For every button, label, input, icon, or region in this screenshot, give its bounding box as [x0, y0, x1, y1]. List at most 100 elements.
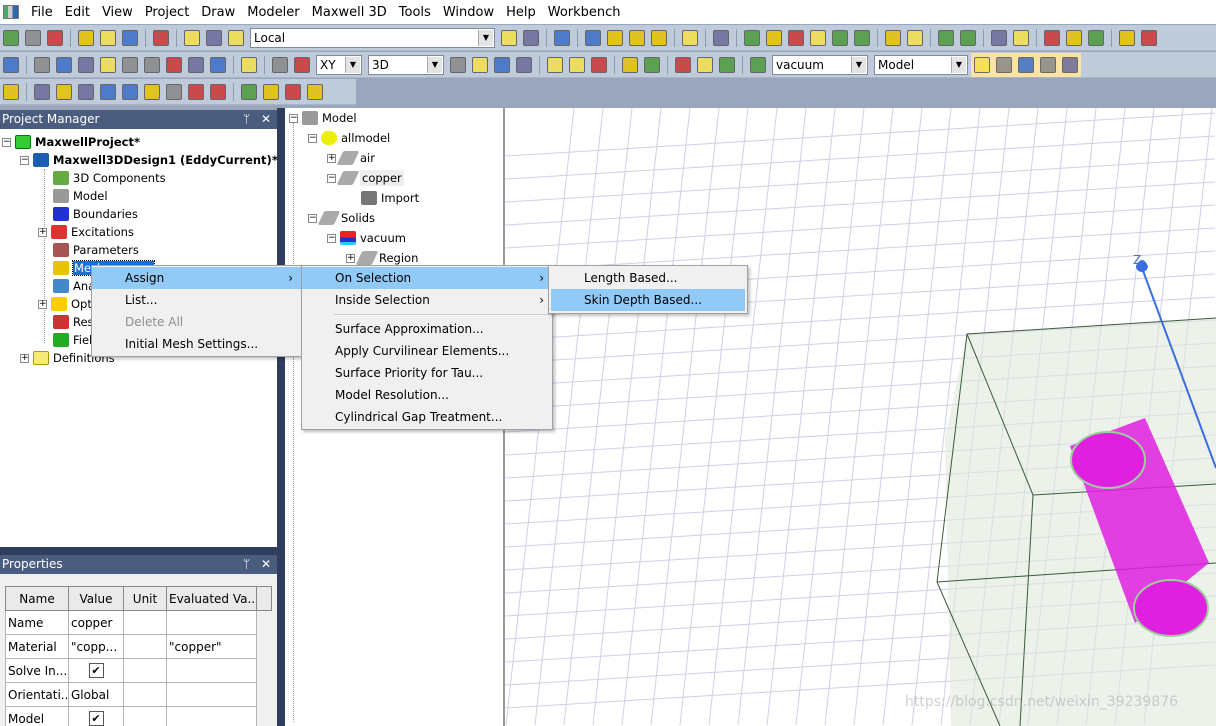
plane-icon[interactable]: [294, 56, 310, 73]
dimension-select[interactable]: 3D ▼: [368, 54, 444, 75]
tree-item-excitations[interactable]: + Excitations: [38, 223, 134, 241]
select-face-icon[interactable]: [188, 83, 204, 100]
fit-selection-icon[interactable]: [960, 29, 976, 46]
snap-face-icon[interactable]: [1040, 56, 1056, 73]
sweep-icon[interactable]: [622, 56, 638, 73]
model-node[interactable]: Model: [322, 111, 357, 125]
helix-icon[interactable]: [166, 56, 182, 73]
print-icon[interactable]: [153, 29, 169, 46]
delete-icon[interactable]: [184, 29, 200, 46]
subtract-icon[interactable]: [472, 56, 488, 73]
expand-icon[interactable]: +: [38, 227, 47, 237]
script-icon[interactable]: [585, 29, 601, 46]
vacuum-node[interactable]: vacuum: [360, 231, 406, 245]
menu-maxwell-3d[interactable]: Maxwell 3D: [306, 5, 393, 20]
copper-cylinder-bottom[interactable]: [1133, 579, 1209, 637]
cs-icon[interactable]: [501, 29, 517, 46]
snap-edge-icon[interactable]: [1018, 56, 1034, 73]
property-row[interactable]: Orientati... Global: [5, 682, 272, 707]
report-icon[interactable]: [651, 29, 667, 46]
menu-item-length-based[interactable]: Length Based...: [551, 267, 745, 289]
menu-view[interactable]: View: [96, 5, 139, 20]
chevron-down-icon[interactable]: ▼: [478, 29, 493, 46]
menu-item-model-resolution[interactable]: Model Resolution...: [302, 384, 552, 406]
menu-draw[interactable]: Draw: [195, 5, 241, 20]
copy-image-icon[interactable]: [713, 29, 729, 46]
unite-icon[interactable]: [450, 56, 466, 73]
menu-item-apply-curvilinear-elements[interactable]: Apply Curvilinear Elements...: [302, 340, 552, 362]
import-icon[interactable]: [285, 83, 301, 100]
pin-icon[interactable]: ᛘ: [243, 110, 250, 129]
dynamic-zoom-icon[interactable]: [854, 29, 870, 46]
zoom-out-icon[interactable]: [907, 29, 923, 46]
import-node[interactable]: Import: [381, 191, 419, 205]
sphere-icon[interactable]: [122, 56, 138, 73]
select-body-icon[interactable]: [166, 83, 182, 100]
plane-select[interactable]: XY ▼: [316, 54, 362, 75]
snap-center-icon[interactable]: [1062, 56, 1078, 73]
menu-window[interactable]: Window: [437, 5, 500, 20]
region-node[interactable]: Region: [379, 251, 418, 265]
menu-file[interactable]: File: [25, 5, 59, 20]
vertex-select-icon[interactable]: [100, 83, 116, 100]
select-by-name-icon[interactable]: [144, 83, 160, 100]
split-icon[interactable]: [516, 56, 532, 73]
property-row[interactable]: Model ✔: [5, 706, 272, 726]
property-row[interactable]: Solve In... ✔: [5, 658, 272, 683]
snap-grid-icon[interactable]: [974, 56, 990, 73]
cut-icon[interactable]: [78, 29, 94, 46]
chevron-down-icon[interactable]: ▼: [951, 56, 966, 73]
collapse-icon[interactable]: −: [327, 173, 336, 183]
3d-viewport[interactable]: Z https://blog.csdn.net/weixin_39239876: [505, 108, 1216, 726]
design-node[interactable]: Maxwell3DDesign1 (EddyCurrent)*: [53, 153, 278, 167]
select-all-icon[interactable]: [210, 83, 226, 100]
open-icon[interactable]: [25, 29, 41, 46]
property-cell[interactable]: ✔: [68, 658, 124, 683]
relative-cs-icon[interactable]: [241, 56, 257, 73]
property-cell[interactable]: "copp...: [68, 634, 124, 659]
hide-selected-icon[interactable]: [1088, 29, 1104, 46]
spiral-icon[interactable]: [188, 56, 204, 73]
rotate-obj-icon[interactable]: [569, 56, 585, 73]
tree-item-parameters[interactable]: Parameters: [53, 241, 139, 259]
tree-item-model[interactable]: Model: [53, 187, 108, 205]
copper-node[interactable]: copper: [360, 170, 404, 186]
q-icon[interactable]: [554, 29, 570, 46]
undo-icon[interactable]: [206, 29, 222, 46]
tree-item-boundaries[interactable]: Boundaries: [53, 205, 138, 223]
new-icon[interactable]: [3, 29, 19, 46]
property-row[interactable]: Name copper: [5, 610, 272, 635]
mirror-icon[interactable]: [591, 56, 607, 73]
air-node[interactable]: air: [360, 151, 375, 165]
checkbox[interactable]: ✔: [88, 663, 104, 678]
menu-modeler[interactable]: Modeler: [241, 5, 305, 20]
face-select-icon[interactable]: [56, 83, 72, 100]
save-icon[interactable]: [47, 29, 63, 46]
close-icon[interactable]: ✕: [261, 110, 271, 129]
menu-edit[interactable]: Edit: [59, 5, 96, 20]
column-header[interactable]: Evaluated Va...: [166, 586, 257, 611]
show-selected-icon[interactable]: [1141, 29, 1157, 46]
menu-project[interactable]: Project: [139, 5, 195, 20]
show-icon[interactable]: [1044, 29, 1060, 46]
cone-icon[interactable]: [100, 56, 116, 73]
dup-rotate-icon[interactable]: [697, 56, 713, 73]
measure-icon[interactable]: [3, 83, 19, 100]
cylinder-icon[interactable]: [56, 56, 72, 73]
column-header[interactable]: Name: [5, 586, 69, 611]
help-icon[interactable]: [3, 56, 19, 73]
thicken-icon[interactable]: [644, 56, 660, 73]
close-icon[interactable]: ✕: [261, 555, 271, 574]
property-cell[interactable]: ✔: [68, 706, 124, 726]
collapse-icon[interactable]: −: [2, 137, 11, 147]
collapse-icon[interactable]: −: [327, 233, 336, 243]
field-overlay-icon[interactable]: [682, 29, 698, 46]
menu-item-surface-priority-for-tau[interactable]: Surface Priority for Tau...: [302, 362, 552, 384]
collapse-icon[interactable]: −: [20, 155, 29, 165]
expand-icon[interactable]: +: [20, 353, 29, 363]
copper-cylinder-top[interactable]: [1070, 431, 1146, 489]
intersect-icon[interactable]: [494, 56, 510, 73]
checkbox[interactable]: ✔: [88, 711, 104, 726]
app-icon[interactable]: [3, 5, 19, 19]
export-icon[interactable]: [307, 83, 323, 100]
